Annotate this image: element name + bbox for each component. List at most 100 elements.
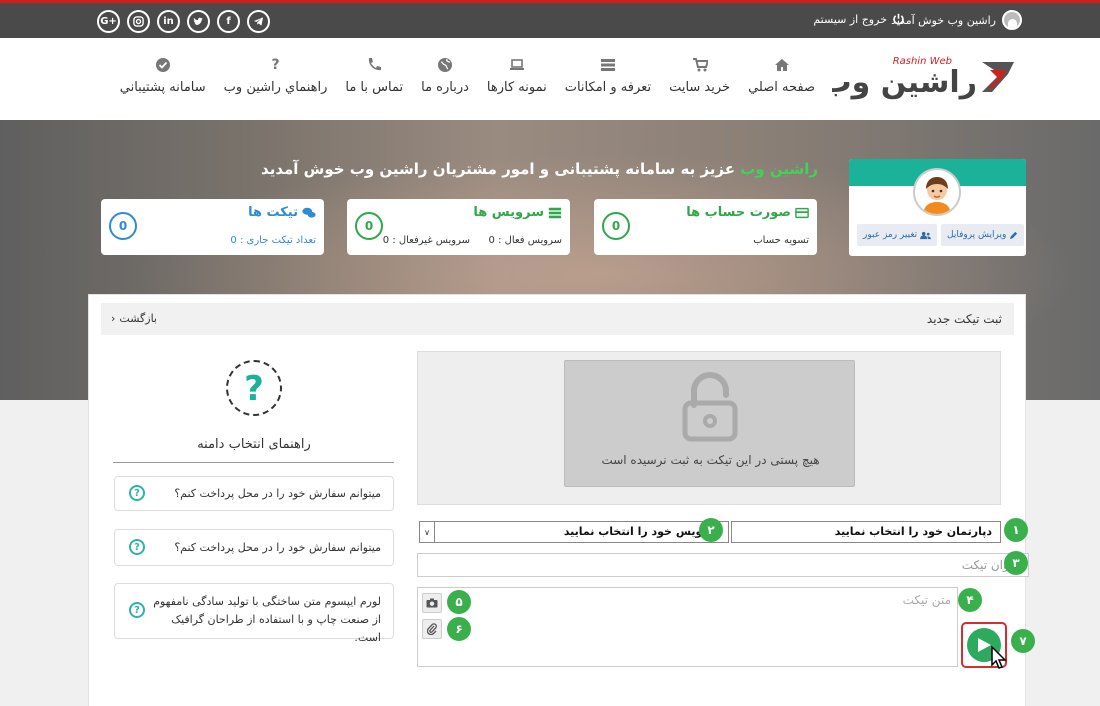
question-circle-icon: ? <box>129 485 145 501</box>
site-logo[interactable]: راشین وب Rashin Web <box>832 52 1022 102</box>
credit-card-icon <box>795 207 809 218</box>
power-icon <box>893 13 904 25</box>
panel-title: ثبت تیکت جدید <box>926 312 1002 326</box>
nav-support[interactable]: سامانه پشتيباني <box>120 56 206 95</box>
google-plus-icon[interactable]: G+ <box>97 10 120 33</box>
phone-icon <box>365 56 383 74</box>
nav-label: راهنماي راشين وب <box>223 80 328 95</box>
question-circle-icon: ? <box>129 602 145 618</box>
ticket-text-placeholder: متن تیکت <box>902 593 951 607</box>
comments-icon <box>302 207 316 218</box>
services-title: سرویس ها <box>473 205 544 220</box>
back-link[interactable]: بازگشت ‹ <box>111 312 157 325</box>
check-circle-icon <box>154 56 172 74</box>
services-active: سرویس فعال : 0 <box>488 235 562 246</box>
step-badge: ۳ <box>1004 551 1028 575</box>
logo-en: Rashin Web <box>893 56 952 67</box>
logout-link[interactable]: خروج از سیستم <box>813 13 905 26</box>
faq-item[interactable]: میتوانم سفارش خود را در محل پرداخت کنم؟ … <box>114 476 394 511</box>
globe-icon <box>436 56 454 74</box>
empty-state: هیچ پستی در این تیکت به ثبت نرسیده است <box>564 360 855 487</box>
attach-button[interactable] <box>422 619 442 639</box>
welcome-text: راشین وب خوش آمدید <box>891 13 996 27</box>
instagram-icon[interactable] <box>127 10 150 33</box>
nav-label: نمونه كارها <box>486 80 547 95</box>
hero-welcome-text: عزیز به سامانه پشتیبانی و امور مشتریان ر… <box>261 160 741 178</box>
nav-label: سامانه پشتيباني <box>119 80 206 95</box>
back-label: بازگشت <box>119 312 157 325</box>
services-inactive: سرویس غیرفعال : 0 <box>382 235 470 246</box>
services-card[interactable]: سرویس ها سرویس فعال : 0 سرویس غیرفعال : … <box>347 199 570 255</box>
svg-text:?: ? <box>244 369 264 409</box>
ticket-title-input[interactable]: عنوان تیکت <box>417 553 1029 577</box>
tickets-current: تعداد تیکت جاری : 0 <box>230 235 316 246</box>
nav-label: خريد سايت <box>669 80 731 95</box>
edit-profile-label: ویرایش پروفایل <box>947 230 1007 240</box>
step-badge: ۵ <box>447 590 471 614</box>
cart-icon <box>691 56 709 74</box>
nav-portfolio[interactable]: نمونه كارها <box>487 56 547 95</box>
nav-label: تعرفه و امكانات <box>564 80 652 95</box>
camera-button[interactable] <box>422 593 442 613</box>
divider <box>113 462 394 463</box>
step-badge: ۶ <box>447 617 471 641</box>
chevron-left-icon: ‹ <box>111 312 116 325</box>
panel-header: ثبت تیکت جدید بازگشت ‹ <box>101 303 1014 335</box>
tickets-card[interactable]: تیکت ها تعداد تیکت جاری : 0 0 <box>101 199 324 255</box>
faq-text: لورم ایپسوم متن ساختگی با تولید سادگی نا… <box>153 595 381 644</box>
department-select-value: دپارتمان خود را انتخاب نمایید <box>834 525 992 538</box>
ticket-text-area[interactable]: متن تیکت <box>417 587 958 667</box>
facebook-icon[interactable]: f <box>217 10 240 33</box>
step-badge: ۴ <box>958 588 982 612</box>
service-select[interactable]: سرویس خود را انتخاب نمایید ∨ <box>419 521 729 543</box>
server-icon <box>599 56 617 74</box>
nav-about[interactable]: درباره ما <box>421 56 469 95</box>
twitter-icon[interactable] <box>187 10 210 33</box>
logout-label: خروج از سیستم <box>813 13 887 26</box>
step-badge: ۱ <box>1004 518 1028 542</box>
unlock-icon <box>682 372 738 442</box>
question-icon: ? <box>271 57 280 73</box>
services-count: 0 <box>355 212 383 240</box>
mouse-cursor-icon <box>991 645 1007 669</box>
tickets-title: تیکت ها <box>248 205 298 220</box>
profile-avatar <box>913 168 961 216</box>
laptop-icon <box>508 56 526 74</box>
nav-menu: صفحه اصلي خريد سايت تعرفه و امكانات نمون… <box>120 56 815 95</box>
edit-profile-button[interactable]: ویرایش پروفایل <box>941 224 1025 246</box>
help-question-icon: ? <box>226 360 282 416</box>
invoices-count: 0 <box>602 212 630 240</box>
invoices-title: صورت حساب ها <box>686 205 791 220</box>
faq-text: میتوانم سفارش خود را در محل پرداخت کنم؟ <box>174 487 381 500</box>
home-icon <box>773 56 791 74</box>
paperclip-icon <box>427 623 437 635</box>
faq-item[interactable]: لورم ایپسوم متن ساختگی با تولید سادگی نا… <box>114 583 394 644</box>
user-greeting[interactable]: راشین وب خوش آمدید <box>891 10 1022 30</box>
camera-icon <box>426 598 438 608</box>
nav-label: تماس با ما <box>345 80 404 95</box>
nav-guide[interactable]: ? راهنماي راشين وب <box>224 56 328 95</box>
nav-label: صفحه اصلي <box>748 80 815 95</box>
invoices-card[interactable]: صورت حساب ها تسویه حساب 0 <box>594 199 817 255</box>
nav-label: درباره ما <box>421 80 469 95</box>
user-avatar-icon <box>1002 10 1022 30</box>
empty-message: هیچ پستی در این تیکت به ثبت نرسیده است <box>601 453 820 467</box>
telegram-icon[interactable] <box>247 10 270 33</box>
new-ticket-panel: ثبت تیکت جدید بازگشت ‹ هیچ پستی در این تی… <box>88 294 1035 706</box>
linkedin-icon[interactable]: in <box>157 10 180 33</box>
nav-home[interactable]: صفحه اصلي <box>748 56 815 95</box>
service-select-value: سرویس خود را انتخاب نمایید <box>563 525 720 538</box>
step-badge: ۲ <box>699 518 723 542</box>
change-password-label: تغییر رمز عبور <box>863 230 918 240</box>
nav-contact[interactable]: تماس با ما <box>345 56 403 95</box>
top-bar: راشین وب خوش آمدید خروج از سیستم G+ in f <box>0 0 1100 38</box>
department-select[interactable]: دپارتمان خود را انتخاب نمایید <box>731 521 1001 543</box>
nav-pricing[interactable]: تعرفه و امكانات <box>565 56 651 95</box>
faq-text: میتوانم سفارش خود را در محل پرداخت کنم؟ <box>174 541 381 554</box>
question-circle-icon: ? <box>129 539 145 555</box>
faq-item[interactable]: میتوانم سفارش خود را در محل پرداخت کنم؟ … <box>114 529 394 566</box>
nav-buy-site[interactable]: خريد سايت <box>669 56 730 95</box>
change-password-button[interactable]: تغییر رمز عبور <box>857 224 938 246</box>
social-links: G+ in f <box>97 10 270 33</box>
invoices-sub: تسویه حساب <box>753 235 809 246</box>
